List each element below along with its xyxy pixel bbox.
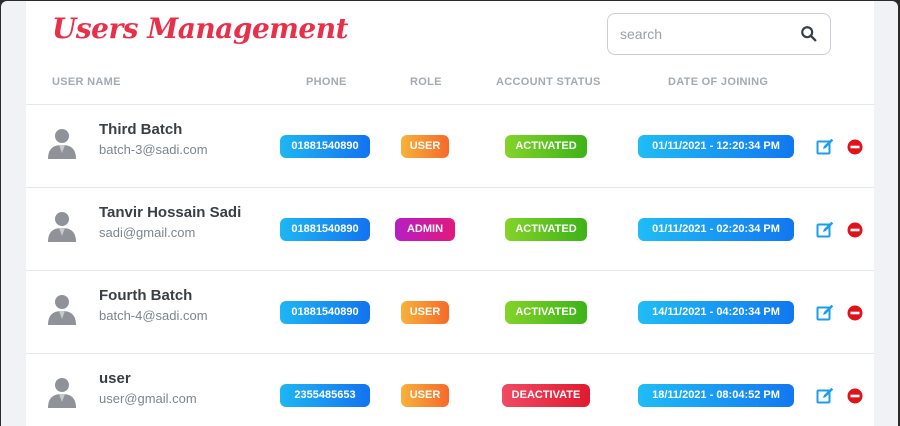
phone-badge: 01881540890 [280,135,370,158]
user-avatar-icon [44,373,80,409]
phone-badge: 2355485653 [280,384,370,407]
phone-badge: 01881540890 [280,301,370,324]
search-icon[interactable] [800,25,818,43]
column-header-date-of-joining: DATE OF JOINING [668,76,769,88]
user-name: user [99,370,131,387]
user-name: Third Batch [99,121,183,138]
date-of-joining-badge: 01/11/2021 - 12:20:34 PM [638,135,794,158]
account-status-badge: DEACTIVATE [502,384,590,407]
delete-icon[interactable] [847,139,863,155]
date-of-joining-badge: 01/11/2021 - 02:20:34 PM [638,218,794,241]
page-title: Users Management [52,12,349,45]
user-email: batch-4@sadi.com [99,308,208,323]
user-name: Fourth Batch [99,287,193,304]
delete-icon[interactable] [847,222,863,238]
search-box[interactable] [607,13,831,55]
role-badge: ADMIN [395,218,455,241]
edit-icon[interactable] [816,387,834,405]
user-email: user@gmail.com [99,391,197,406]
user-name: Tanvir Hossain Sadi [99,204,242,221]
account-status-badge: ACTIVATED [505,218,587,241]
user-row: Third Batch batch-3@sadi.com 01881540890… [26,104,874,187]
edit-icon[interactable] [816,221,834,239]
role-badge: USER [401,135,449,158]
role-badge: USER [401,384,449,407]
date-of-joining-badge: 18/11/2021 - 08:04:52 PM [638,384,794,407]
user-row: Fourth Batch batch-4@sadi.com 0188154089… [26,270,874,353]
phone-badge: 01881540890 [280,218,370,241]
user-email: sadi@gmail.com [99,225,196,240]
account-status-badge: ACTIVATED [505,301,587,324]
user-row: Tanvir Hossain Sadi sadi@gmail.com 01881… [26,187,874,270]
delete-icon[interactable] [847,388,863,404]
search-input[interactable] [620,24,790,44]
account-status-badge: ACTIVATED [505,135,587,158]
edit-icon[interactable] [816,138,834,156]
user-row: user user@gmail.com 2355485653 USER DEAC… [26,353,874,426]
user-avatar-icon [44,207,80,243]
role-badge: USER [401,301,449,324]
column-header-role: ROLE [410,76,442,88]
delete-icon[interactable] [847,305,863,321]
date-of-joining-badge: 14/11/2021 - 04:20:34 PM [638,301,794,324]
user-avatar-icon [44,290,80,326]
edit-icon[interactable] [816,304,834,322]
column-header-phone: PHONE [306,76,347,88]
column-header-account-status: ACCOUNT STATUS [496,76,601,88]
column-header-user-name: USER NAME [52,76,121,88]
user-avatar-icon [44,124,80,160]
user-email: batch-3@sadi.com [99,142,208,157]
